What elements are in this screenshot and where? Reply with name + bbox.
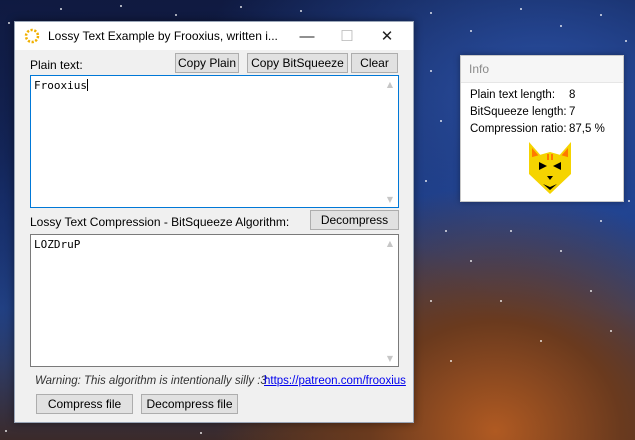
scroll-down-icon[interactable]: ▼: [382, 350, 398, 366]
compress-file-button[interactable]: Compress file: [36, 394, 133, 414]
copy-bitsqueeze-button[interactable]: Copy BitSqueeze: [247, 53, 348, 73]
close-button[interactable]: ✕: [367, 22, 407, 50]
plain-text-value: Frooxius: [34, 79, 87, 92]
minimize-button[interactable]: —: [287, 22, 327, 50]
title-bar[interactable]: Lossy Text Example by Frooxius, written …: [15, 22, 413, 50]
cat-face-icon: [529, 142, 571, 194]
bitsqueeze-text-value: LOZDruP: [34, 238, 81, 251]
plain-text-label: Plain text:: [30, 58, 83, 72]
main-window: Lossy Text Example by Frooxius, written …: [14, 21, 414, 423]
info-title-bar[interactable]: Info: [461, 56, 623, 83]
compression-ratio-label: Compression ratio:: [470, 123, 567, 135]
bitsqueeze-label: Lossy Text Compression - BitSqueeze Algo…: [30, 215, 290, 229]
clear-button[interactable]: Clear: [351, 53, 398, 73]
decompress-button[interactable]: Decompress: [310, 210, 399, 230]
bitsqueeze-scrollbar[interactable]: ▲ ▼: [382, 235, 398, 366]
decompress-file-button[interactable]: Decompress file: [141, 394, 238, 414]
info-window: Info Plain text length: 8 BitSqueeze len…: [460, 55, 624, 202]
warning-text: Warning: This algorithm is intentionally…: [35, 375, 267, 387]
text-caret: [86, 79, 88, 91]
bitsqueeze-length-label: BitSqueeze length:: [470, 106, 567, 118]
bitsqueeze-length-value: 7: [569, 106, 576, 118]
window-title: Lossy Text Example by Frooxius, written …: [48, 29, 278, 43]
scroll-up-icon[interactable]: ▲: [382, 235, 398, 251]
loading-ring-icon: [24, 28, 40, 44]
plain-text-input[interactable]: Frooxius ▲ ▼: [30, 75, 399, 208]
plain-text-scrollbar[interactable]: ▲ ▼: [382, 76, 398, 207]
copy-plain-button[interactable]: Copy Plain: [175, 53, 239, 73]
scroll-down-icon[interactable]: ▼: [382, 191, 398, 207]
patreon-link[interactable]: https://patreon.com/frooxius: [264, 375, 406, 387]
plain-length-label: Plain text length:: [470, 89, 556, 101]
maximize-button[interactable]: ☐: [327, 22, 367, 50]
bitsqueeze-text-input[interactable]: LOZDruP ▲ ▼: [30, 234, 399, 367]
compression-ratio-value: 87,5 %: [569, 123, 605, 135]
info-title: Info: [469, 62, 490, 76]
scroll-up-icon[interactable]: ▲: [382, 76, 398, 92]
plain-length-value: 8: [569, 89, 576, 101]
